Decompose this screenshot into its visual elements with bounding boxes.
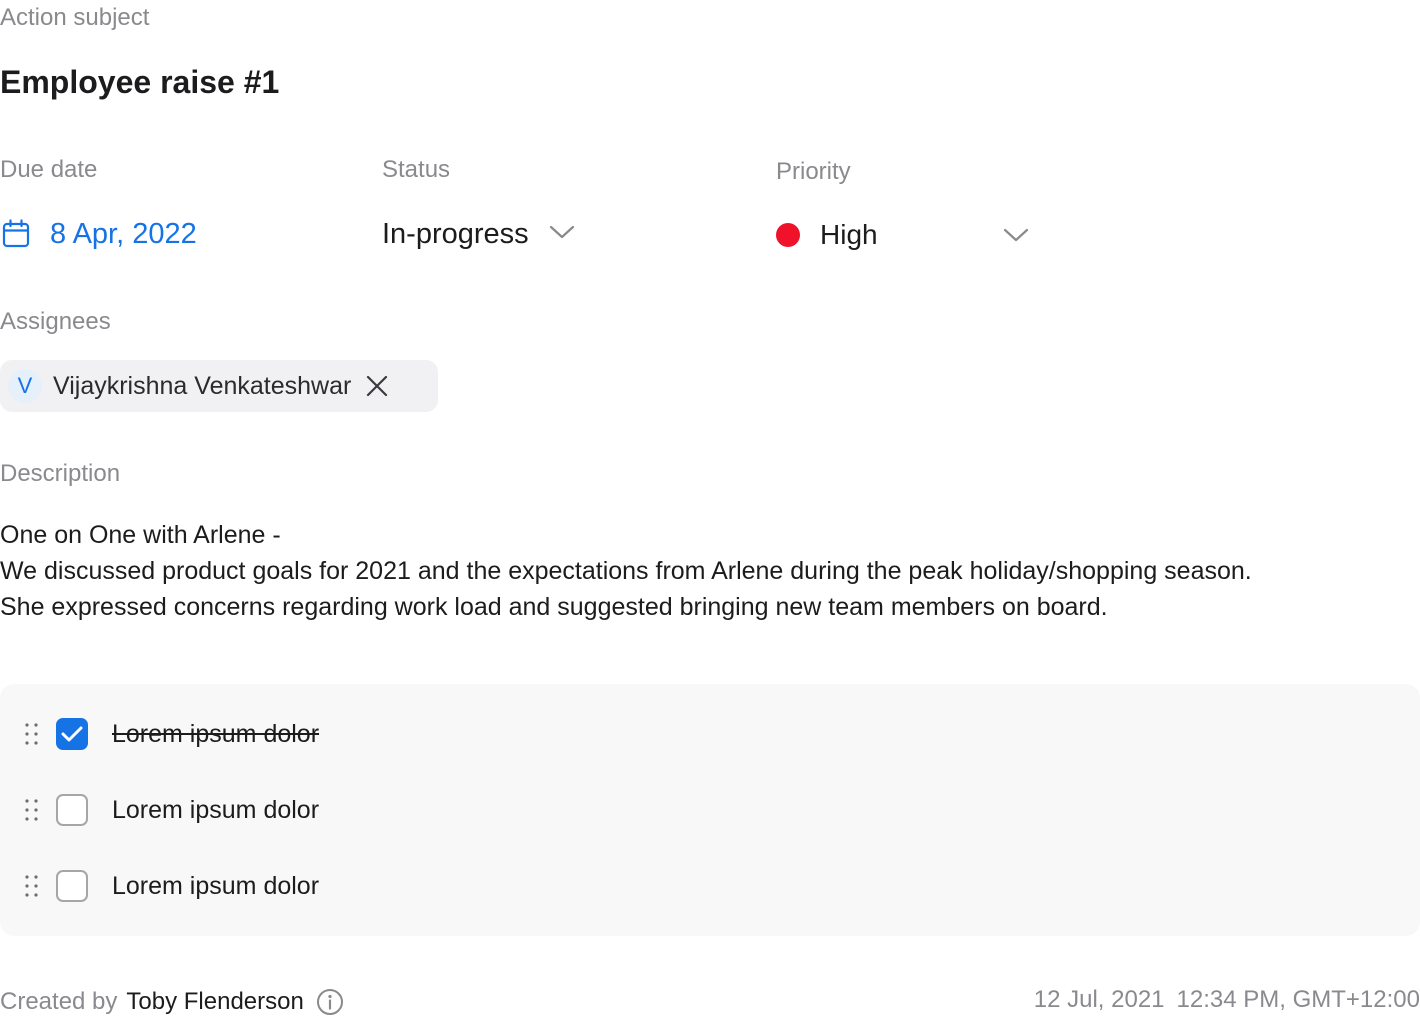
created-timestamp: 12 Jul, 2021 12:34 PM, GMT+12:00: [1034, 986, 1420, 1014]
created-by: Created by Toby Flenderson: [0, 986, 344, 1018]
created-time: 12:34 PM, GMT+12:00: [1176, 986, 1420, 1013]
checklist-checkbox[interactable]: [56, 870, 88, 902]
checklist: Lorem ipsum dolor Lorem ipsum dolor Lore…: [0, 684, 1420, 936]
creator-name[interactable]: Toby Flenderson: [126, 988, 303, 1016]
priority-value: High: [820, 219, 878, 250]
checkmark-icon: [61, 726, 83, 742]
checklist-checkbox[interactable]: [56, 718, 88, 750]
description-label: Description: [0, 460, 121, 487]
created-by-label: Created by: [0, 988, 118, 1015]
assignees-label: Assignees: [0, 308, 111, 335]
due-date-value: 8 Apr, 2022: [50, 217, 197, 250]
description-line: One on One with Arlene -: [0, 521, 281, 549]
priority-indicator-dot: [776, 223, 800, 247]
assignee-name: Vijaykrishna Venkateshwar: [53, 371, 352, 400]
priority-label: Priority: [776, 158, 851, 185]
page-title[interactable]: Employee raise #1: [0, 62, 279, 102]
description-text[interactable]: One on One with Arlene - We discussed pr…: [0, 517, 1410, 625]
status-dropdown[interactable]: In-progress: [382, 214, 575, 254]
checklist-item-text[interactable]: Lorem ipsum dolor: [112, 716, 319, 752]
chevron-down-icon: [1003, 227, 1029, 248]
avatar: V: [8, 369, 42, 403]
info-icon[interactable]: [316, 988, 344, 1016]
assignee-chip: V Vijaykrishna Venkateshwar: [0, 360, 438, 412]
description-line: We discussed product goals for 2021 and …: [0, 557, 1252, 585]
status-value: In-progress: [382, 217, 529, 250]
priority-dropdown[interactable]: High: [776, 215, 1032, 255]
due-date-picker[interactable]: 8 Apr, 2022: [0, 214, 197, 254]
status-label: Status: [382, 156, 451, 183]
chevron-down-icon: [549, 224, 575, 245]
due-date-label: Due date: [0, 156, 98, 183]
checklist-item: Lorem ipsum dolor: [0, 714, 700, 754]
drag-handle-icon[interactable]: [24, 722, 40, 751]
checklist-checkbox[interactable]: [56, 794, 88, 826]
action-detail-page: Action subject Employee raise #1 Due dat…: [0, 0, 1420, 1020]
close-icon[interactable]: [365, 374, 389, 398]
checklist-item: Lorem ipsum dolor: [0, 790, 700, 830]
created-date: 12 Jul, 2021: [1033, 986, 1165, 1013]
drag-handle-icon[interactable]: [24, 874, 40, 903]
drag-handle-icon[interactable]: [24, 798, 40, 827]
subject-label: Action subject: [0, 4, 150, 31]
description-line: She expressed concerns regarding work lo…: [0, 593, 1108, 621]
checklist-item: Lorem ipsum dolor: [0, 866, 700, 906]
checklist-item-text[interactable]: Lorem ipsum dolor: [112, 792, 319, 828]
calendar-icon: [0, 218, 32, 250]
checklist-item-text[interactable]: Lorem ipsum dolor: [112, 868, 319, 904]
